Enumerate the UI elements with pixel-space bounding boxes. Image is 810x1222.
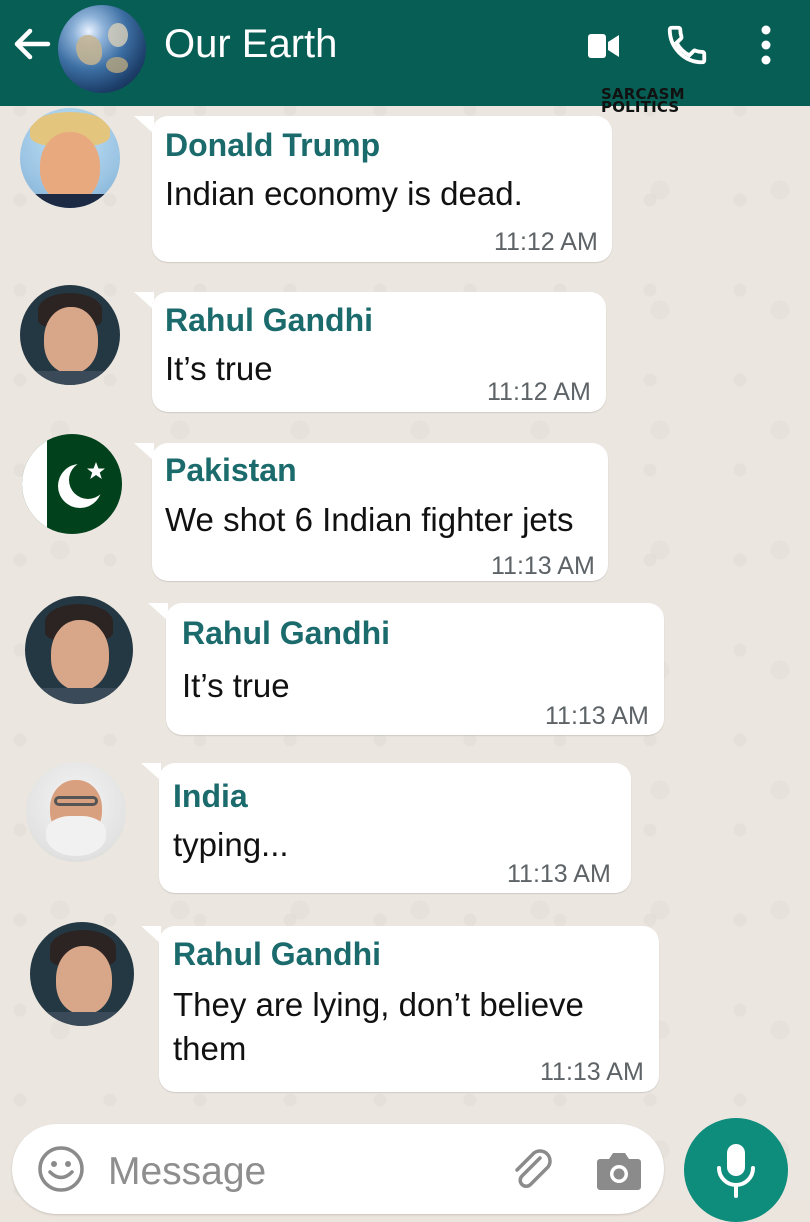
avatar-donald-trump[interactable] xyxy=(20,108,120,208)
avatar-rahul-gandhi[interactable] xyxy=(20,285,120,385)
message-time: 11:12 AM xyxy=(494,228,598,256)
message-text: typing... xyxy=(173,826,289,863)
message-sender: Rahul Gandhi xyxy=(182,615,390,651)
crescent-star-icon xyxy=(58,461,107,508)
message-sender: Rahul Gandhi xyxy=(165,302,373,338)
video-call-icon[interactable] xyxy=(586,28,622,64)
microphone-icon xyxy=(717,1144,755,1198)
message-text: It’s true xyxy=(182,667,290,704)
paperclip-icon[interactable] xyxy=(508,1146,556,1194)
arrow-left-icon[interactable] xyxy=(12,24,52,64)
mic-button[interactable] xyxy=(684,1118,788,1222)
message-time: 11:12 AM xyxy=(487,378,591,406)
message-time: 11:13 AM xyxy=(507,860,611,888)
message-time: 11:13 AM xyxy=(545,702,649,730)
group-avatar-earth[interactable] xyxy=(58,5,146,93)
message-text: Indian economy is dead. xyxy=(165,175,523,212)
message-sender: India xyxy=(173,778,248,814)
chat-header: Our Earth xyxy=(0,0,810,106)
message-sender: Rahul Gandhi xyxy=(173,936,381,972)
avatar-india[interactable] xyxy=(26,762,126,862)
message-time: 11:13 AM xyxy=(491,552,595,580)
message-text: It’s true xyxy=(165,350,273,387)
message-input[interactable]: Message xyxy=(108,1150,266,1194)
more-vert-icon[interactable] xyxy=(752,24,780,66)
emoji-icon[interactable] xyxy=(37,1145,85,1193)
watermark-line2: POLITICS xyxy=(601,98,680,116)
avatar-rahul-gandhi[interactable] xyxy=(30,922,134,1026)
message-time: 11:13 AM xyxy=(540,1058,644,1086)
avatar-rahul-gandhi[interactable] xyxy=(25,596,133,704)
phone-icon[interactable] xyxy=(664,22,710,68)
message-text: We shot 6 Indian fighter jets xyxy=(165,501,574,538)
message-text-line2: them xyxy=(173,1030,247,1067)
avatar-pakistan-flag[interactable] xyxy=(22,434,122,534)
chat-title[interactable]: Our Earth xyxy=(164,18,337,70)
watermark: SARCASM POLITICS xyxy=(601,87,685,116)
message-sender: Donald Trump xyxy=(165,127,381,163)
message-text-line1: They are lying, don’t believe xyxy=(173,986,584,1023)
camera-icon[interactable] xyxy=(594,1147,644,1193)
message-sender: Pakistan xyxy=(165,452,297,488)
